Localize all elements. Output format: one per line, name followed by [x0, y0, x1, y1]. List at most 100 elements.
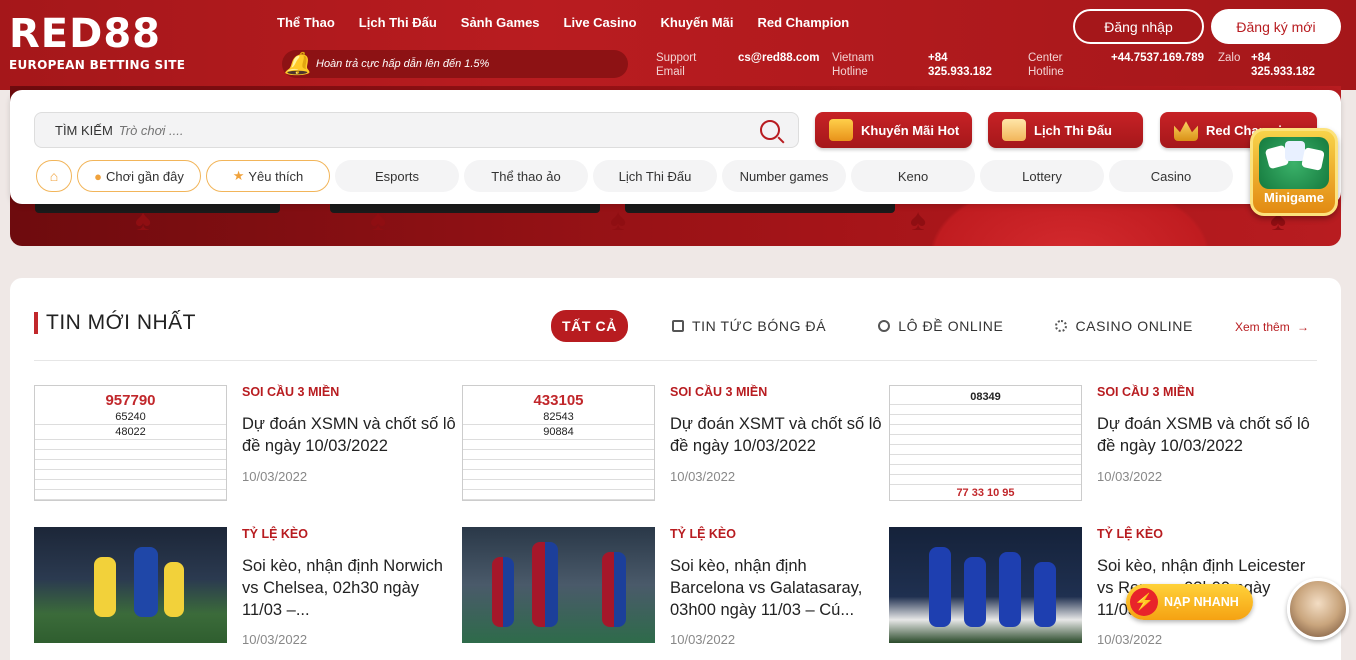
home-pill[interactable]: ⌂ — [36, 160, 72, 192]
site-logo[interactable]: RED88 EUROPEAN BETTING SITE — [9, 12, 185, 72]
newspaper-icon — [671, 320, 684, 332]
news-card[interactable]: 957790 65240 48022 SOI CẦU 3 MIỀN Dự đoá… — [34, 385, 457, 505]
news-headline[interactable]: Soi kèo, nhận định Barcelona vs Galatasa… — [670, 555, 885, 621]
main-nav: Thể Thao Lịch Thi Đấu Sảnh Games Live Ca… — [277, 15, 873, 30]
esports-pill[interactable]: Esports — [335, 160, 459, 192]
lottery-number: 433105 — [533, 392, 584, 409]
news-headline[interactable]: Dự đoán XSMN và chốt số lô đề ngày 10/03… — [242, 413, 457, 457]
register-button[interactable]: Đăng ký mới — [1211, 9, 1341, 44]
match-photo — [34, 527, 227, 643]
news-card[interactable]: TỶ LỆ KÈO Soi kèo, nhận định Norwich vs … — [34, 527, 454, 647]
zalo-value[interactable]: +84 325.933.182 — [1251, 51, 1331, 79]
center-hotline-value[interactable]: +44.7537.169.789 — [1111, 51, 1204, 65]
hot-promo-button[interactable]: Khuyến Mãi Hot — [815, 112, 972, 148]
lottery-row — [35, 460, 226, 470]
quick-deposit-label: NẠP NHANH — [1164, 595, 1239, 609]
lottery-row — [890, 415, 1081, 425]
news-category[interactable]: TỶ LỆ KÈO — [1097, 527, 1163, 541]
view-more-link[interactable]: Xem thêm → — [1235, 320, 1309, 334]
nav-promotions[interactable]: Khuyến Mãi — [661, 15, 734, 30]
lottery-pill[interactable]: Lottery — [980, 160, 1104, 192]
lottery-number: 90884 — [463, 425, 654, 440]
dice-table-icon — [1259, 137, 1329, 189]
hot-promo-label: Khuyến Mãi Hot — [861, 122, 960, 138]
news-date: 10/03/2022 — [242, 632, 308, 647]
news-card[interactable]: TỶ LỆ KÈO Soi kèo, nhận định Barcelona v… — [462, 527, 882, 647]
lottery-number: 957790 — [105, 392, 156, 409]
recent-label: Chơi gần đây — [105, 168, 184, 184]
news-card[interactable]: 08349 77 33 10 95 SOI CẦU 3 MIỀN Dự đoán… — [889, 385, 1312, 505]
news-date: 10/03/2022 — [1097, 632, 1163, 647]
clock-icon: ● — [94, 168, 102, 184]
quick-deposit-button[interactable]: ⚡ NẠP NHANH — [1126, 584, 1253, 620]
search-input[interactable] — [118, 122, 619, 138]
view-more-label: Xem thêm — [1235, 320, 1290, 334]
lottery-row — [463, 490, 654, 500]
support-email-value[interactable]: cs@red88.com — [738, 51, 820, 65]
vietnam-hotline-value[interactable]: +84 325.933.182 — [928, 51, 1008, 79]
lottery-row — [35, 450, 226, 460]
minigame-label: Minigame — [1264, 190, 1324, 205]
support-email-label: Support Email — [656, 52, 697, 78]
news-category[interactable]: SOI CẦU 3 MIỀN — [1097, 385, 1194, 399]
lottery-number: 82543 — [463, 410, 654, 425]
center-hotline-label: Center Hotline — [1028, 52, 1064, 78]
lottery-row — [35, 480, 226, 490]
minigame-widget[interactable]: Minigame — [1250, 128, 1338, 216]
casino-pill[interactable]: Casino — [1109, 160, 1233, 192]
arrow-right-icon: → — [1297, 320, 1310, 334]
search-box[interactable]: TÌM KIẾM — [34, 112, 799, 148]
bell-icon: 🔔 — [284, 51, 312, 76]
zalo-label: Zalo — [1218, 52, 1241, 64]
nav-games[interactable]: Sảnh Games — [461, 15, 540, 30]
keno-pill[interactable]: Keno — [851, 160, 975, 192]
nav-sports[interactable]: Thể Thao — [277, 15, 335, 30]
news-tabs: TẤT CẢ TIN TỨC BÓNG ĐÁ LÔ ĐỀ ONLINE CASI… — [551, 310, 1245, 342]
home-icon: ⌂ — [49, 168, 59, 184]
tab-casino[interactable]: CASINO ONLINE — [1055, 318, 1193, 334]
news-category[interactable]: SOI CẦU 3 MIỀN — [242, 385, 339, 399]
lottery-row — [890, 425, 1081, 435]
nav-schedule[interactable]: Lịch Thi Đấu — [359, 15, 437, 30]
search-icon[interactable] — [760, 120, 780, 140]
gift-icon — [829, 119, 853, 141]
news-headline[interactable]: Dự đoán XSMT và chốt số lô đề ngày 10/03… — [670, 413, 885, 457]
news-category[interactable]: TỶ LỆ KÈO — [670, 527, 736, 541]
favorites-label: Yêu thích — [248, 168, 304, 184]
news-headline[interactable]: Dự đoán XSMB và chốt số lô đề ngày 10/03… — [1097, 413, 1312, 457]
schedule-pill[interactable]: Lịch Thi Đấu — [593, 160, 717, 192]
category-pills: ⌂ ● Chơi gần đây ★ Yêu thích Esports Thể… — [36, 160, 1238, 192]
lottery-row — [890, 435, 1081, 445]
news-card[interactable]: 433105 82543 90884 SOI CẦU 3 MIỀN Dự đoá… — [462, 385, 882, 505]
login-button[interactable]: Đăng nhập — [1073, 9, 1204, 44]
favorites-pill[interactable]: ★ Yêu thích — [206, 160, 330, 192]
chip-icon — [1055, 320, 1068, 332]
player-figure — [602, 552, 626, 627]
schedule-button[interactable]: Lịch Thi Đấu — [988, 112, 1143, 148]
calendar-icon — [1002, 119, 1026, 141]
nav-red-champion[interactable]: Red Champion — [757, 15, 849, 30]
support-avatar[interactable] — [1287, 578, 1349, 640]
lottery-number: 65240 — [35, 410, 226, 425]
tab-football-label: TIN TỨC BÓNG ĐÁ — [691, 318, 827, 334]
tab-lottery[interactable]: LÔ ĐỀ ONLINE — [878, 318, 1003, 334]
vietnam-hotline-label: Vietnam Hotline — [832, 52, 874, 78]
news-category[interactable]: TỶ LỆ KÈO — [242, 527, 308, 541]
divider — [34, 360, 1317, 361]
ball-icon — [878, 320, 891, 332]
tab-casino-label: CASINO ONLINE — [1075, 318, 1193, 334]
promo-ticker[interactable]: 🔔 Hoàn trả cực hấp dẫn lên đến 1.5% — [282, 50, 628, 78]
nav-live-casino[interactable]: Live Casino — [564, 15, 637, 30]
tab-all[interactable]: TẤT CẢ — [551, 310, 628, 342]
news-headline[interactable]: Soi kèo, nhận định Norwich vs Chelsea, 0… — [242, 555, 457, 621]
lottery-row — [463, 480, 654, 490]
tab-football[interactable]: TIN TỨC BÓNG ĐÁ — [671, 318, 827, 334]
lottery-row — [35, 490, 226, 500]
lottery-row — [890, 405, 1081, 415]
news-category[interactable]: SOI CẦU 3 MIỀN — [670, 385, 767, 399]
number-games-pill[interactable]: Number games — [722, 160, 846, 192]
virtual-sports-pill[interactable]: Thể thao ảo — [464, 160, 588, 192]
recent-pill[interactable]: ● Chơi gần đây — [77, 160, 201, 192]
lottery-row — [463, 440, 654, 450]
spade-icon: ♠ — [610, 204, 626, 237]
